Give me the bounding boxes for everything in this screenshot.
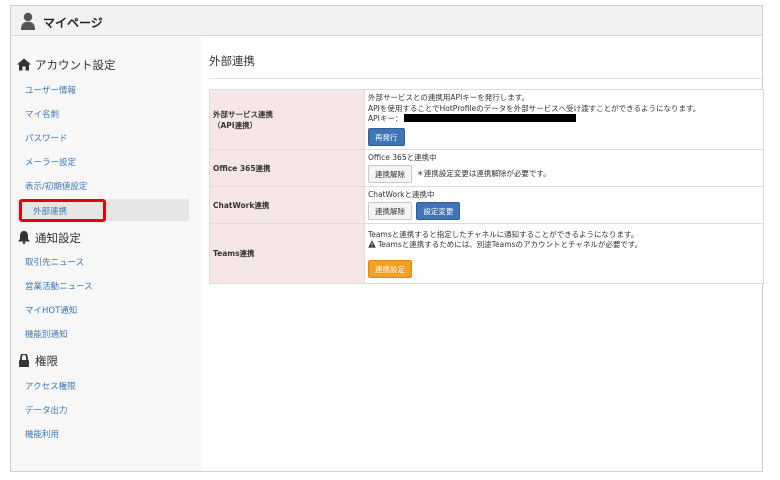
sidebar-section-permissions: 権限 xyxy=(17,353,58,369)
office365-unlink-button[interactable]: 連携解除 xyxy=(368,164,412,183)
api-key-label: APIキー： xyxy=(368,114,403,124)
integration-table: 外部サービス連携 （API連携） 外部サービスとの連携用APIキーを発行します。… xyxy=(209,89,764,284)
table-row-api: 外部サービス連携 （API連携） 外部サービスとの連携用APIキーを発行します。… xyxy=(209,89,764,150)
sidebar-section-label: 通知設定 xyxy=(35,231,81,245)
sidebar-section-account: アカウント設定 xyxy=(17,57,116,73)
page-title: マイページ xyxy=(43,16,103,30)
reissue-button[interactable]: 再発行 xyxy=(368,127,405,146)
page-header: マイページ xyxy=(11,6,762,36)
api-description-2: APIを使用することでHotProfileのデータを外部サービスへ受け渡すことが… xyxy=(368,103,701,113)
chatwork-status: ChatWorkと連携中 xyxy=(368,190,435,200)
sidebar-item-mailer[interactable]: メーラー設定 xyxy=(25,156,76,168)
sidebar-section-label: アカウント設定 xyxy=(35,58,116,72)
sidebar-item-user-info[interactable]: ユーザー情報 xyxy=(25,84,76,96)
lock-icon xyxy=(19,354,29,367)
sidebar: アカウント設定 ユーザー情報 マイ名刺 パスワード メーラー設定 表示/初期値設… xyxy=(11,37,201,471)
teams-description-2: Teamsと連携するためには、別途Teamsのアカウントとチャネルが必要です。 xyxy=(378,240,643,249)
table-row-teams: Teams連携 Teamsと連携すると指定したチャネルに通知することができるよう… xyxy=(209,223,764,284)
sidebar-item-password[interactable]: パスワード xyxy=(25,132,68,144)
sidebar-item-feature-usage[interactable]: 機能利用 xyxy=(25,428,59,440)
content-divider xyxy=(209,78,762,79)
api-key-line: APIキー： xyxy=(368,114,760,125)
table-row-chatwork: ChatWork連携 ChatWorkと連携中 連携解除 設定変更 xyxy=(209,186,764,224)
sidebar-item-feature-notification[interactable]: 機能別通知 xyxy=(25,328,68,340)
teams-description-1: Teamsと連携すると指定したチャネルに通知することができるようになります。 xyxy=(368,229,639,239)
row-body-chatwork: ChatWorkと連携中 連携解除 設定変更 xyxy=(364,186,764,224)
chatwork-settings-button[interactable]: 設定変更 xyxy=(416,201,461,220)
highlight-annotation xyxy=(19,199,106,222)
sidebar-item-sales-news[interactable]: 営業活動ニュース xyxy=(25,280,93,292)
office365-status: Office 365と連携中 xyxy=(368,153,437,163)
api-key-redacted xyxy=(404,114,577,123)
row-label-office365: Office 365連携 xyxy=(209,149,365,187)
warning-icon xyxy=(368,240,376,248)
home-icon xyxy=(17,58,31,71)
sidebar-item-my-hot[interactable]: マイHOT通知 xyxy=(25,304,77,316)
row-label-chatwork: ChatWork連携 xyxy=(209,186,365,224)
row-label-api: 外部サービス連携 （API連携） xyxy=(209,89,365,150)
content-title: 外部連携 xyxy=(209,54,255,68)
teams-link-button[interactable]: 連携設定 xyxy=(368,259,412,278)
user-icon xyxy=(21,12,35,30)
bell-icon xyxy=(18,231,30,244)
mypage-window: マイページ アカウント設定 ユーザー情報 マイ名刺 パスワード メーラー設定 表… xyxy=(10,5,764,472)
row-label-teams: Teams連携 xyxy=(209,223,365,284)
chatwork-unlink-button[interactable]: 連携解除 xyxy=(368,201,412,220)
table-row-office365: Office 365連携 Office 365と連携中 連携解除 ＊連携設定変更… xyxy=(209,149,764,187)
sidebar-item-data-export[interactable]: データ出力 xyxy=(25,404,68,416)
row-body-teams: Teamsと連携すると指定したチャネルに通知することができるようになります。 T… xyxy=(364,223,764,284)
office365-note: ＊連携設定変更は連携解除が必要です。 xyxy=(416,168,551,178)
sidebar-section-label: 権限 xyxy=(35,354,58,368)
teams-description-2-line: Teamsと連携するためには、別途Teamsのアカウントとチャネルが必要です。 xyxy=(368,240,760,251)
api-description-1: 外部サービスとの連携用APIキーを発行します。 xyxy=(368,93,530,103)
sidebar-item-access-rights[interactable]: アクセス権限 xyxy=(25,380,76,392)
row-body-office365: Office 365と連携中 連携解除 ＊連携設定変更は連携解除が必要です。 xyxy=(364,149,764,187)
row-body-api: 外部サービスとの連携用APIキーを発行します。 APIを使用することでHotPr… xyxy=(364,89,764,150)
sidebar-item-my-card[interactable]: マイ名刺 xyxy=(25,108,59,120)
sidebar-item-client-news[interactable]: 取引先ニュース xyxy=(25,256,84,268)
sidebar-item-display-defaults[interactable]: 表示/初期値設定 xyxy=(25,180,87,192)
sidebar-section-notification: 通知設定 xyxy=(17,230,81,246)
